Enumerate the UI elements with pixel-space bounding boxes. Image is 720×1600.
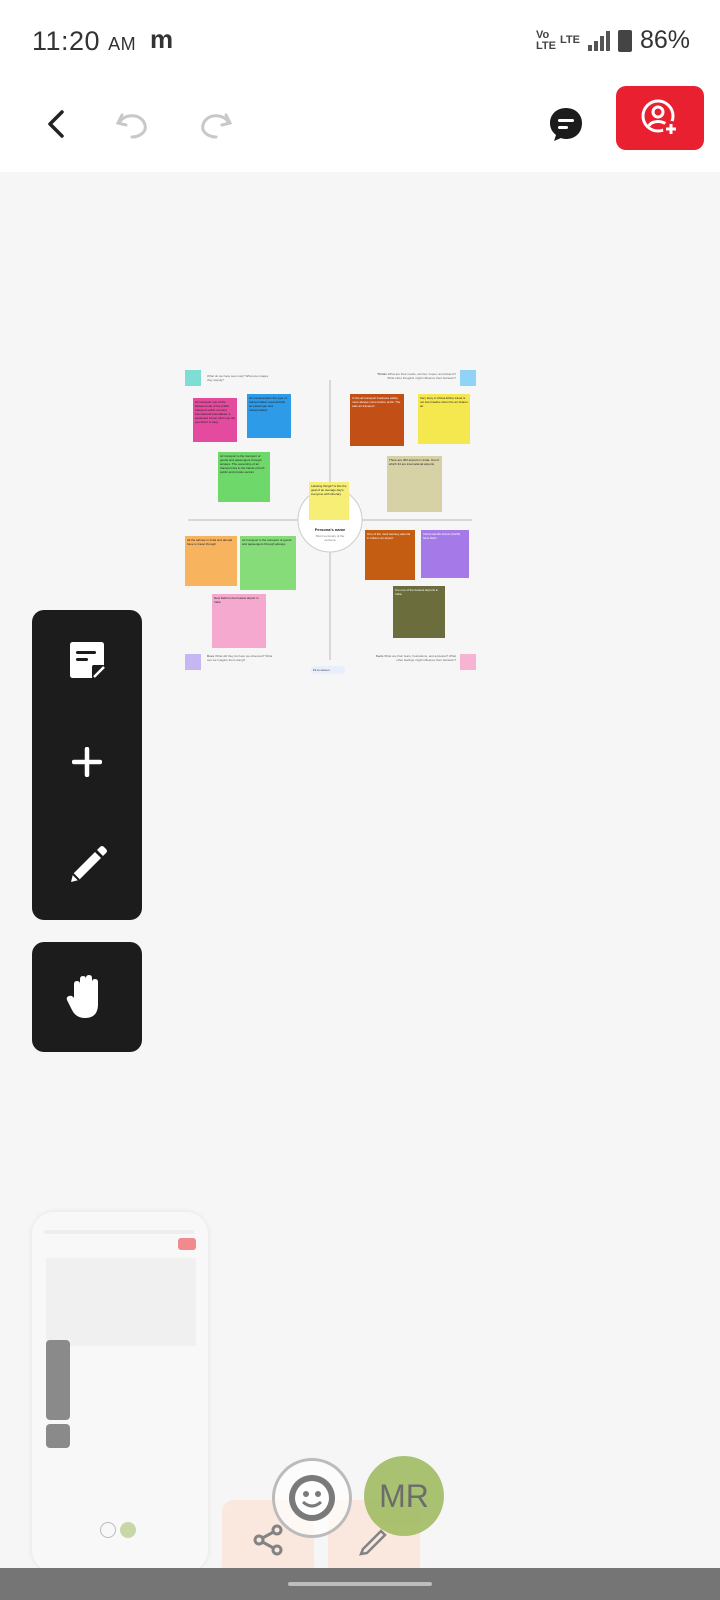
invite-button[interactable] (616, 86, 704, 150)
sticky-note[interactable]: All the airlines in India and abroad hav… (185, 536, 237, 586)
sticky-note[interactable]: Air transportation the type of transport… (247, 394, 291, 438)
reaction-button[interactable] (272, 1458, 352, 1538)
thumb-avatar (120, 1522, 136, 1538)
sticky-note[interactable]: There are 463 airports in India. Out of … (387, 456, 442, 512)
battery-icon (617, 29, 632, 52)
emoji-icon (289, 1475, 335, 1521)
tool-palette (32, 610, 142, 920)
pen-tool[interactable] (32, 814, 142, 914)
redo-button[interactable] (186, 94, 246, 154)
thumb-invite-button (178, 1238, 196, 1250)
screenshot-thumbnail[interactable] (32, 1212, 208, 1572)
quadrant-label-thinks: Thinks What are their needs, worries, ho… (377, 372, 456, 380)
battery-percent: 86% (639, 26, 690, 54)
redo-icon (201, 113, 233, 139)
quadrant-label-says: What do we have seen say? What are image… (207, 374, 269, 382)
carrier-glyph: m (150, 24, 174, 54)
chevron-left-icon (48, 110, 64, 138)
persona-summary: Short summary of the persona (315, 534, 345, 542)
quadrant-label-feels: Feels What are their fears, frustrations… (375, 654, 456, 662)
thumb-statusbar (44, 1230, 194, 1234)
sticky-note-icon (70, 642, 105, 678)
sticky-note-tool[interactable] (32, 610, 142, 710)
sticky-note[interactable]: In the air transport business safety mus… (350, 394, 404, 446)
quadrant-label-does: Does What did they do have we observed? … (207, 654, 273, 662)
plus-icon (72, 747, 102, 777)
add-user-icon (641, 99, 679, 137)
says-icon (185, 370, 201, 386)
lte-indicator: LTE (559, 34, 580, 46)
top-toolbar (0, 80, 720, 172)
status-time: 11:20 AM (32, 26, 137, 56)
sticky-note[interactable]: It is one of the busiest airports in Ind… (393, 586, 445, 638)
feels-icon (460, 654, 476, 670)
thumb-pan-tool (46, 1424, 70, 1448)
comment-icon (550, 108, 582, 141)
pencil-icon (71, 846, 107, 882)
does-icon (185, 654, 201, 670)
zoom-chip[interactable]: Fit to screen (311, 666, 345, 674)
signal-icon (587, 30, 610, 51)
pan-tool[interactable] (32, 942, 142, 1052)
sticky-note[interactable]: Air transport is the transport of goods … (218, 452, 270, 502)
add-tool[interactable] (32, 712, 142, 812)
share-icon (253, 1524, 283, 1556)
sticky-note[interactable]: One of the most low-key airports in Indi… (365, 530, 415, 580)
undo-icon (115, 113, 147, 139)
thumb-canvas (46, 1258, 196, 1346)
undo-button[interactable] (102, 94, 162, 154)
sticky-note[interactable]: New Delhi is the busiest airport in Indi… (212, 594, 266, 648)
comment-button[interactable] (536, 94, 596, 154)
thumb-emoji (100, 1522, 116, 1538)
sticky-note[interactable]: Air transport is the transport of goods … (240, 536, 296, 590)
sticky-note[interactable]: Air transport one of the fastest mode of… (193, 398, 237, 442)
status-bar: 11:20 AM m Vo LTE LTE 86% (0, 0, 720, 80)
avatar[interactable]: MR (364, 1456, 444, 1536)
back-button[interactable] (26, 94, 86, 154)
system-nav-bar (0, 1568, 720, 1600)
status-icons: Vo LTE LTE 86% (536, 26, 690, 55)
hand-icon (66, 975, 98, 1018)
thinks-icon (460, 370, 476, 386)
home-gesture-handle[interactable] (288, 1582, 432, 1586)
empathy-map-board[interactable]: What do we have seen say? What are image… (185, 370, 490, 690)
sticky-note[interactable]: Indira Gandhi Airport (Delhi) New Delhi (421, 530, 469, 578)
center-note[interactable]: Labeling things? Is this the goal of an … (309, 482, 349, 520)
thumb-tool-palette (46, 1340, 70, 1420)
volte-indicator: Vo LTE (535, 28, 556, 52)
sticky-note[interactable]: Very busy in China Airline travel is not… (418, 394, 470, 444)
